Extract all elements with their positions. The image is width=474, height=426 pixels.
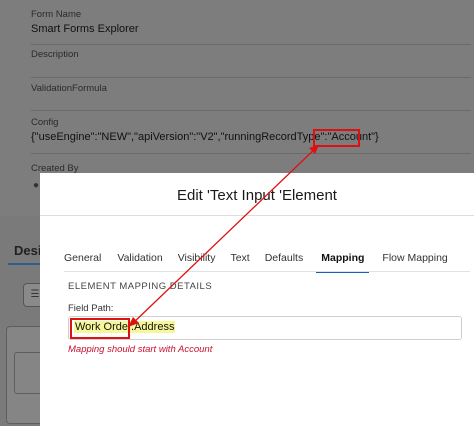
validation-formula-field: ValidationFormula <box>31 83 107 94</box>
divider <box>31 110 471 111</box>
tab-defaults[interactable]: Defaults <box>265 246 304 272</box>
section-title: ELEMENT MAPPING DETAILS <box>68 281 213 292</box>
modal-title: Edit 'Text Input 'Element <box>177 187 337 204</box>
description-label: Description <box>31 49 79 60</box>
validation-formula-label: ValidationFormula <box>31 83 107 94</box>
tab-general[interactable]: General <box>64 246 101 272</box>
design-tab-label: Desi <box>14 243 42 258</box>
divider <box>31 44 471 45</box>
field-path-label: Field Path: <box>68 303 114 314</box>
tab-flow-mapping[interactable]: Flow Mapping <box>382 246 447 272</box>
field-path-error: Mapping should start with Account <box>68 344 213 355</box>
form-name-value: Smart Forms Explorer <box>31 23 139 35</box>
config-label: Config <box>31 117 59 128</box>
user-icon: ● <box>33 180 40 191</box>
tab-validation[interactable]: Validation <box>117 246 162 272</box>
description-field: Description <box>31 49 79 60</box>
form-name-field: Form Name Smart Forms Explorer <box>31 9 139 35</box>
tab-mapping[interactable]: Mapping <box>316 246 370 273</box>
annotation-box-account <box>313 129 360 147</box>
tabs-divider <box>64 271 470 272</box>
tab-text[interactable]: Text <box>230 246 249 272</box>
divider <box>31 153 471 154</box>
modal-header-divider <box>40 215 474 216</box>
tab-visibility[interactable]: Visibility <box>178 246 216 272</box>
modal-tabs: General Validation Visibility Text Defau… <box>64 246 448 273</box>
edit-element-modal: Edit 'Text Input 'Element General Valida… <box>40 173 474 426</box>
annotation-box-work-order <box>70 318 130 339</box>
divider <box>31 77 471 78</box>
design-tab-underline <box>8 263 40 265</box>
form-name-label: Form Name <box>31 9 82 20</box>
